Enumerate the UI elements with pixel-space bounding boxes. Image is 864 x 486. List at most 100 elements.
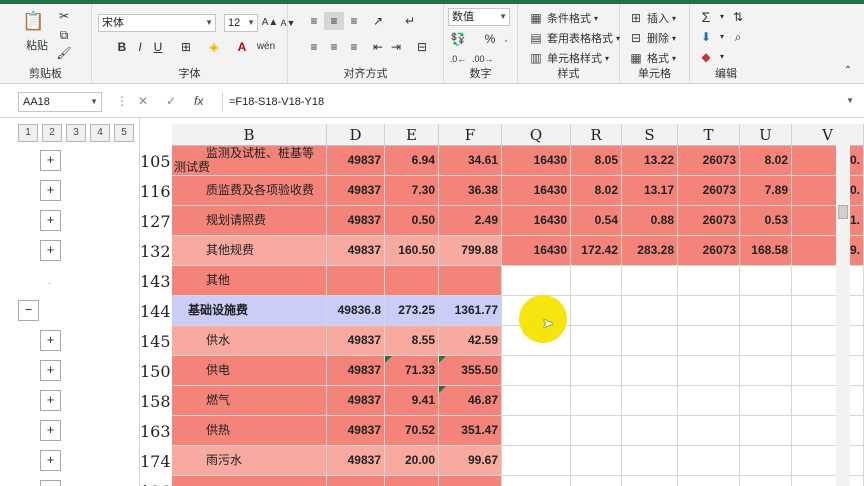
phonetic-icon[interactable]: wén xyxy=(256,38,276,56)
insert-function-button[interactable]: fx xyxy=(194,94,203,108)
cell-V[interactable] xyxy=(792,476,864,486)
cell-D[interactable]: 49836.8 xyxy=(327,296,385,326)
cell-U[interactable] xyxy=(740,476,792,486)
cell-styles-button[interactable]: ▥ 单元格样式 ▾ xyxy=(528,50,609,66)
cell-D[interactable]: 344 xyxy=(327,476,385,486)
delete-button[interactable]: ⊟ 删除 ▾ xyxy=(628,30,676,46)
cancel-icon[interactable]: ✕ xyxy=(138,94,148,108)
cell-V[interactable] xyxy=(792,326,864,356)
column-header-Q[interactable]: Q xyxy=(502,124,571,146)
column-header-T[interactable]: T xyxy=(678,124,740,146)
cell-S[interactable]: 13.22 xyxy=(622,146,678,176)
cell-S[interactable] xyxy=(622,386,678,416)
chevron-down-icon[interactable]: ▼ xyxy=(846,96,854,105)
conditional-formatting-button[interactable]: ▦ 条件格式 ▾ xyxy=(528,10,598,26)
format-button[interactable]: ▦ 格式 ▾ xyxy=(628,50,676,66)
cell-R[interactable] xyxy=(571,416,622,446)
column-header-B[interactable]: B xyxy=(172,124,327,146)
cell-U[interactable]: 168.58 xyxy=(740,236,792,266)
cell-Q[interactable] xyxy=(502,476,571,486)
find-select-icon[interactable]: ⌕ xyxy=(728,28,748,46)
cell-U[interactable] xyxy=(740,266,792,296)
cell-R[interactable] xyxy=(571,356,622,386)
cell-F[interactable]: 1361.77 xyxy=(439,296,502,326)
column-header-E[interactable]: E xyxy=(385,124,439,146)
outline-level-5-button[interactable]: 5 xyxy=(114,124,134,142)
font-size-select[interactable]: 12 ▼ xyxy=(224,14,258,32)
enter-icon[interactable]: ✓ xyxy=(166,94,176,108)
cell-D[interactable]: 49837 xyxy=(327,236,385,266)
cell-D[interactable] xyxy=(327,266,385,296)
row-header[interactable]: 143 xyxy=(140,272,172,291)
cell-D[interactable]: 49837 xyxy=(327,206,385,236)
cell-S[interactable]: 13.17 xyxy=(622,176,678,206)
cell-Q[interactable] xyxy=(502,266,571,296)
align-right-icon[interactable]: ≡ xyxy=(344,38,364,56)
cell-E[interactable]: 6.94 xyxy=(385,146,439,176)
cell-R[interactable] xyxy=(571,446,622,476)
font-color-icon[interactable]: A xyxy=(232,38,252,56)
row-label-cell[interactable]: 其他 xyxy=(172,266,327,296)
expand-group-button[interactable]: + xyxy=(40,210,61,231)
cell-S[interactable] xyxy=(622,266,678,296)
cell-Q[interactable]: 16430 xyxy=(502,176,571,206)
cell-Q[interactable] xyxy=(502,386,571,416)
expand-group-button[interactable]: + xyxy=(40,480,61,486)
row-label-cell[interactable]: 燃气 xyxy=(172,386,327,416)
align-left-icon[interactable]: ≡ xyxy=(304,38,324,56)
cell-D[interactable]: 49837 xyxy=(327,146,385,176)
row-header[interactable]: 132 xyxy=(140,242,172,261)
chevron-down-icon[interactable]: ▾ xyxy=(712,48,732,66)
cell-D[interactable]: 49837 xyxy=(327,356,385,386)
row-header[interactable]: 145 xyxy=(140,332,172,351)
cell-Q[interactable] xyxy=(502,446,571,476)
cell-T[interactable] xyxy=(678,476,740,486)
cell-U[interactable] xyxy=(740,296,792,326)
cell-F[interactable]: 46.87 xyxy=(439,386,502,416)
borders-icon[interactable]: ⊞ xyxy=(176,38,196,56)
cell-T[interactable] xyxy=(678,416,740,446)
align-middle-icon[interactable]: ≡ xyxy=(324,12,344,30)
cell-E[interactable]: 0.50 xyxy=(385,206,439,236)
format-painter-icon[interactable]: 🖌 xyxy=(54,44,74,62)
cell-F[interactable]: 42.59 xyxy=(439,326,502,356)
cell-U[interactable]: 8.02 xyxy=(740,146,792,176)
cell-E[interactable]: 160.50 xyxy=(385,236,439,266)
cell-T[interactable]: 26073 xyxy=(678,176,740,206)
align-bottom-icon[interactable]: ≡ xyxy=(344,12,364,30)
expand-group-button[interactable]: + xyxy=(40,360,61,381)
row-header[interactable]: 174 xyxy=(140,452,172,471)
column-header-F[interactable]: F xyxy=(439,124,502,146)
bold-button[interactable]: B xyxy=(112,38,132,56)
cell-E[interactable]: 70.52 xyxy=(385,416,439,446)
outline-level-2-button[interactable]: 2 xyxy=(42,124,62,142)
cell-U[interactable] xyxy=(740,356,792,386)
wrap-text-icon[interactable]: ↵ xyxy=(400,12,420,30)
cell-F[interactable]: 99.67 xyxy=(439,446,502,476)
cell-T[interactable] xyxy=(678,446,740,476)
cell-F[interactable] xyxy=(439,266,502,296)
row-label-cell[interactable]: 供电 xyxy=(172,356,327,386)
cell-V[interactable]: 20. xyxy=(792,176,864,206)
row-label-cell[interactable]: 供热 xyxy=(172,416,327,446)
formula-input[interactable]: =F18-S18-V18-Y18 xyxy=(222,92,848,112)
cell-F[interactable]: 799.88 xyxy=(439,236,502,266)
cell-V[interactable] xyxy=(792,416,864,446)
cell-R[interactable]: 172.42 xyxy=(571,236,622,266)
cell-V[interactable] xyxy=(792,386,864,416)
cell-U[interactable] xyxy=(740,446,792,476)
row-header[interactable]: 150 xyxy=(140,362,172,381)
cell-R[interactable]: 8.02 xyxy=(571,176,622,206)
cell-F[interactable]: 351.47 xyxy=(439,416,502,446)
cell-E[interactable] xyxy=(385,266,439,296)
increase-indent-icon[interactable]: ⇥ xyxy=(386,38,406,56)
cell-T[interactable] xyxy=(678,266,740,296)
cell-V[interactable] xyxy=(792,446,864,476)
cell-S[interactable] xyxy=(622,356,678,386)
underline-button[interactable]: U xyxy=(148,38,168,56)
cell-V[interactable] xyxy=(792,266,864,296)
cell-F[interactable]: 17.2 xyxy=(439,476,502,486)
cell-R[interactable] xyxy=(571,296,622,326)
cell-F[interactable]: 36.38 xyxy=(439,176,502,206)
italic-button[interactable]: I xyxy=(130,38,150,56)
